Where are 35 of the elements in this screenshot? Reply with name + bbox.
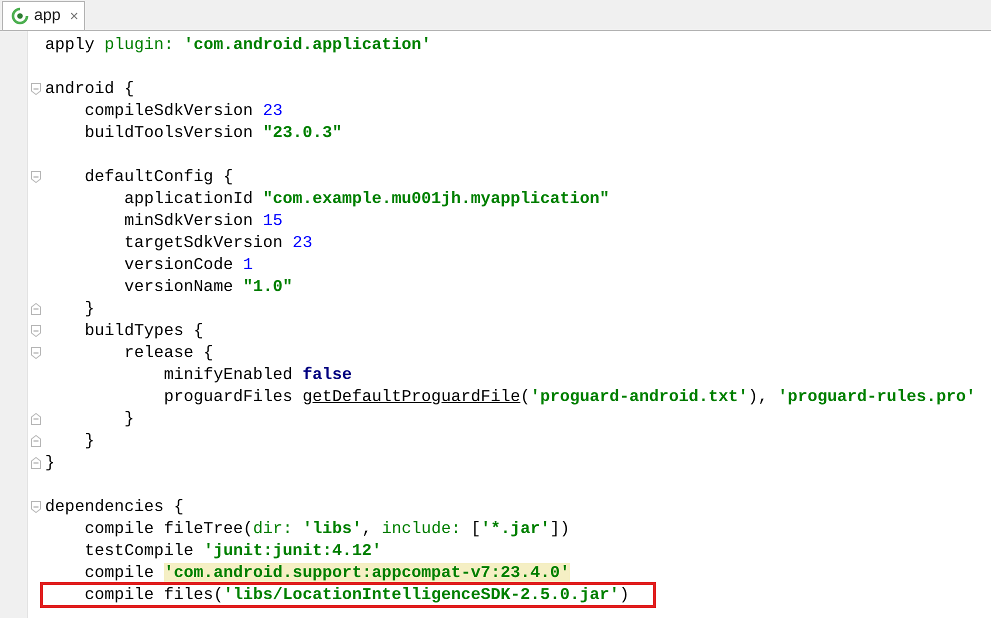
code-line: dependencies {: [44, 497, 185, 517]
code-line: }: [84, 299, 96, 319]
close-icon[interactable]: ×: [70, 8, 78, 24]
fold-icon[interactable]: [30, 303, 40, 315]
editor-tab[interactable]: app ×: [2, 1, 86, 30]
fold-icon[interactable]: [30, 457, 40, 469]
code-line: compile 'com.android.support:appcompat-v7:23.4.0': [84, 563, 571, 583]
code-line: }: [123, 409, 136, 429]
code-line: buildTypes {: [84, 321, 204, 341]
code-line: applicationId "com.example.mu001jh.myapplication": [123, 189, 610, 209]
fold-icon[interactable]: [30, 325, 40, 337]
code-line: release {: [123, 343, 214, 363]
code-line: targetSdkVersion 23: [123, 233, 314, 253]
code-line: compileSdkVersion 23: [84, 101, 284, 121]
fold-icon[interactable]: [30, 83, 40, 95]
code-line: minSdkVersion 15: [123, 211, 284, 231]
code-line: minifyEnabled false: [162, 365, 353, 385]
code-line: }: [84, 431, 96, 451]
fold-icon[interactable]: [30, 435, 40, 447]
code-line: }: [44, 453, 56, 473]
code-line: compile fileTree(dir: 'libs', include: ['*.jar']): [84, 519, 571, 539]
code-line: defaultConfig {: [84, 167, 234, 187]
code-line: versionName "1.0": [123, 277, 294, 297]
code-line: versionCode 1: [123, 255, 254, 275]
code-line: proguardFiles getDefaultProguardFile('proguard-android.txt'), 'proguard-rules.pro': [162, 387, 977, 407]
fold-icon[interactable]: [30, 501, 40, 513]
fold-icon[interactable]: [30, 413, 40, 425]
code-line: buildToolsVersion "23.0.3": [84, 123, 344, 143]
fold-icon[interactable]: [30, 171, 40, 183]
code-line: apply plugin: 'com.android.application': [44, 35, 432, 55]
fold-icon[interactable]: [30, 347, 40, 359]
code-line: android {: [44, 79, 136, 99]
code-line: testCompile 'junit:junit:4.12': [84, 541, 383, 561]
code-line: compile files('libs/LocationIntelligenceSDK-2.5.0.jar'): [43, 585, 654, 605]
ring-icon: [11, 7, 29, 25]
